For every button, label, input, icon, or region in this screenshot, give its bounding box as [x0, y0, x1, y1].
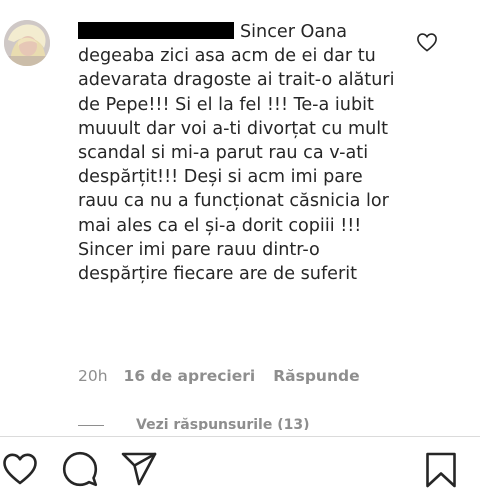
comment-meta: 20h 16 de aprecieri Răspunde	[78, 364, 360, 388]
username-redacted[interactable]	[78, 22, 234, 39]
comment-body: Sincer Oana degeaba zici asa acm de ei d…	[78, 20, 408, 286]
likes-count-link[interactable]: 16 de aprecieri	[124, 367, 256, 385]
view-replies-button[interactable]: Vezi răspunsurile (13)	[78, 416, 408, 430]
heart-outline-icon[interactable]	[2, 452, 38, 486]
comment-icon[interactable]	[62, 451, 98, 487]
comment-text: Sincer Oana degeaba zici asa acm de ei d…	[78, 22, 395, 285]
replies-divider-line	[78, 425, 104, 426]
reply-button[interactable]: Răspunde	[273, 367, 359, 385]
view-replies-label: Vezi răspunsurile (13)	[136, 417, 310, 430]
heart-outline-icon[interactable]	[416, 32, 438, 52]
avatar[interactable]	[4, 20, 50, 66]
share-icon[interactable]	[120, 451, 158, 487]
avatar-image	[4, 20, 50, 66]
comment: Sincer Oana degeaba zici asa acm de ei d…	[0, 0, 480, 440]
bookmark-icon[interactable]	[424, 451, 458, 489]
post-action-bar	[0, 437, 480, 498]
comment-time: 20h	[78, 367, 108, 385]
